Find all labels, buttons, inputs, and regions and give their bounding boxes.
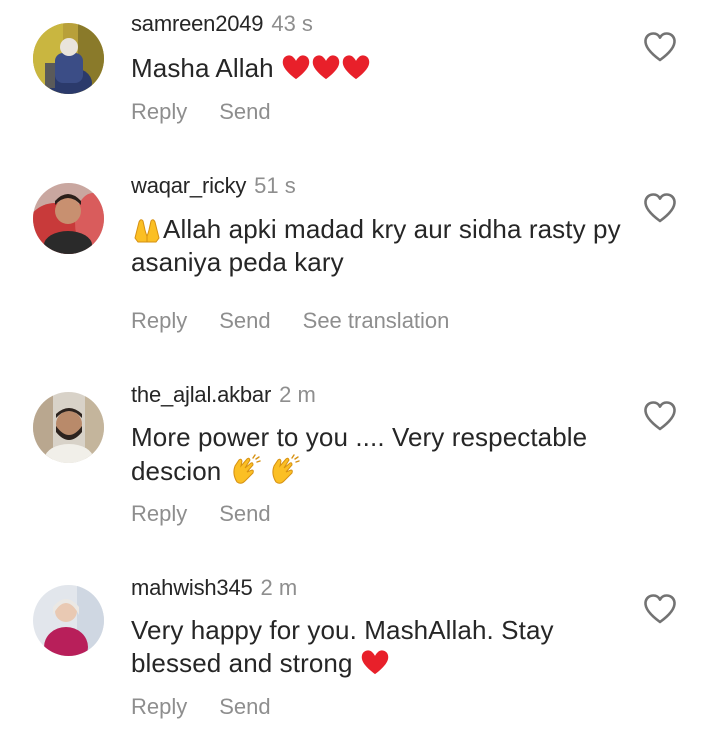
username[interactable]: waqar_ricky (131, 173, 246, 198)
comment-text: Allah apki madad kry aur sidha rasty py … (131, 212, 631, 279)
like-heart-icon[interactable] (643, 593, 677, 625)
send-button[interactable]: Send (219, 694, 270, 719)
reply-button[interactable]: Reply (131, 501, 187, 526)
red-heart-emoji-icon (274, 53, 371, 83)
avatar[interactable] (33, 585, 104, 656)
avatar[interactable] (33, 23, 104, 94)
comment-text: More power to you .... Very respectable … (131, 421, 631, 488)
send-button[interactable]: Send (219, 501, 270, 526)
timestamp: 2 m (260, 575, 298, 600)
see-translation-button[interactable]: See translation (303, 308, 450, 333)
comment-actions: Reply Send (131, 99, 303, 125)
username[interactable]: the_ajlal.akbar (131, 382, 271, 407)
timestamp: 43 s (271, 11, 313, 36)
comment-text: Masha Allah (131, 52, 631, 85)
comment-actions: Reply Send See translation (131, 308, 481, 334)
timestamp: 2 m (279, 382, 316, 407)
folded-hands-emoji-icon (131, 214, 163, 244)
comment-actions: Reply Send (131, 694, 303, 720)
avatar[interactable] (33, 183, 104, 254)
like-heart-icon[interactable] (643, 192, 677, 224)
clapping-hands-emoji-icon (268, 454, 300, 486)
comment-body: Masha Allah (131, 53, 274, 83)
comment-meta: mahwish345 2 m (131, 575, 297, 601)
comment-body: More power to you .... Very respectable … (131, 422, 588, 486)
comment-item: samreen2049 43 s Masha Allah Reply Send (0, 0, 720, 150)
comment-meta: waqar_ricky 51 s (131, 173, 296, 199)
comment-meta: samreen2049 43 s (131, 11, 313, 37)
comment-item: the_ajlal.akbar 2 m More power to you ...… (0, 360, 720, 553)
avatar[interactable] (33, 392, 104, 463)
send-button[interactable]: Send (219, 99, 270, 124)
comment-meta: the_ajlal.akbar 2 m (131, 382, 316, 408)
comment-item: mahwish345 2 m Very happy for you. MashAl… (0, 553, 720, 730)
comment-actions: Reply Send (131, 501, 303, 527)
reply-button[interactable]: Reply (131, 99, 187, 124)
red-heart-emoji-icon (360, 648, 390, 678)
send-button[interactable]: Send (219, 308, 270, 333)
clapping-hands-emoji-icon (229, 454, 261, 486)
reply-button[interactable]: Reply (131, 308, 187, 333)
comment-body: Very happy for you. MashAllah. Stay bles… (131, 615, 554, 678)
reply-button[interactable]: Reply (131, 694, 187, 719)
comment-text: Very happy for you. MashAllah. Stay bles… (131, 614, 631, 680)
username[interactable]: samreen2049 (131, 11, 264, 36)
like-heart-icon[interactable] (643, 31, 677, 63)
username[interactable]: mahwish345 (131, 575, 253, 600)
timestamp: 51 s (254, 173, 296, 198)
like-heart-icon[interactable] (643, 400, 677, 432)
comment-item: waqar_ricky 51 s Allah apki madad kry aur… (0, 150, 720, 360)
comment-body: Allah apki madad kry aur sidha rasty py … (131, 214, 621, 277)
